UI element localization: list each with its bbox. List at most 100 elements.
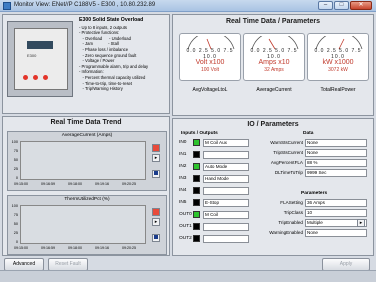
chart-title: AverageCurrent (Amps) <box>61 133 113 138</box>
chart-title: ThermUtilizedPct (%) <box>64 197 110 202</box>
trend-chart-thermal: ThermUtilizedPct (%) 100 75 50 25 0 09:1… <box>7 195 167 255</box>
y-tick: 50 <box>13 222 18 226</box>
io-label: IN3 <box>179 176 187 181</box>
overview-text: E300 Solid State Overload - Up to 8 inpu… <box>79 17 148 92</box>
io-label: IN1 <box>179 152 187 157</box>
overview-line: - Percent thermal capacity utilized <box>79 74 146 80</box>
stop-icon[interactable] <box>152 170 160 178</box>
data-value-field[interactable]: None <box>305 139 367 147</box>
series-color-button[interactable] <box>152 144 160 152</box>
io-value-field <box>203 151 249 159</box>
x-tick: 09:16:59 <box>41 246 55 250</box>
params-header: Parameters <box>301 191 328 196</box>
x-tick: 09:19:16 <box>95 246 109 250</box>
param-label: FLASetting <box>280 200 303 205</box>
data-label: DLTimeToTrip <box>274 170 303 175</box>
play-icon[interactable]: ▸ <box>152 154 160 162</box>
io-value-field: Auto Mode <box>203 163 249 171</box>
chart-plot-area <box>20 205 146 244</box>
status-bar <box>0 270 376 282</box>
status-led-icon <box>193 163 200 170</box>
param-value-field[interactable]: 10 <box>305 209 367 217</box>
io-value-field: M Coil <box>203 211 249 219</box>
io-label: OUT0 <box>179 212 192 217</box>
y-tick: 25 <box>13 231 18 235</box>
y-tick: 0 <box>15 176 18 180</box>
minimize-button[interactable]: – <box>318 1 333 10</box>
y-tick: 75 <box>13 149 18 153</box>
io-row: IN1 <box>179 151 249 160</box>
io-label: OUT2 <box>179 236 192 241</box>
data-header: Data <box>303 131 314 136</box>
y-tick: 100 <box>11 140 18 144</box>
io-row: IN2 Auto Mode <box>179 163 249 172</box>
x-tick: 09:20:25 <box>122 182 136 186</box>
chart-plot-area <box>20 141 146 180</box>
param-label: TripClass <box>283 210 303 215</box>
param-label: TripEnabled <box>278 220 303 225</box>
overview-panel: E300 E300 Solid State Overload - Up to 8… <box>2 14 170 114</box>
param-label: WarningEnabled <box>269 230 303 235</box>
x-tick: 09:15:00 <box>14 182 28 186</box>
gauge-value: 32 Amps <box>264 67 284 73</box>
data-label: TripStsCurrent <box>273 150 303 155</box>
gauge-label: TotalRealPower <box>320 87 356 93</box>
gauge-current: 0.0 2.5 5.0 7.5 10.0 Amps x10 32 Amps <box>243 33 305 81</box>
x-tick: 09:18:00 <box>68 182 82 186</box>
io-row: OUT0 M Coil <box>179 211 249 220</box>
io-label: IN2 <box>179 164 187 169</box>
status-led-icon <box>193 223 200 230</box>
io-value-field <box>203 235 249 243</box>
x-tick: 09:16:59 <box>41 182 55 186</box>
gauge-label: AvgVoltageLtoL <box>192 87 228 93</box>
gauge-power: 0.0 2.5 5.0 7.5 10.0 kW x1000 3072 kW <box>307 33 369 81</box>
data-label: AvgPercentFLA <box>270 160 303 165</box>
app-icon <box>3 2 11 10</box>
window-titlebar: Monitor View: ENet//P C188V5 - E300 , 10… <box>0 0 376 12</box>
status-led-icon <box>193 211 200 218</box>
status-led-icon <box>193 235 200 242</box>
x-tick: 09:20:25 <box>122 246 136 250</box>
close-button[interactable]: ✕ <box>350 1 372 10</box>
io-row: IN0 M Coil Aux <box>179 139 249 148</box>
data-value-field[interactable]: 88 % <box>305 159 367 167</box>
x-tick: 09:18:00 <box>68 246 82 250</box>
io-value-field <box>203 187 249 195</box>
window-client: E300 E300 Solid State Overload - Up to 8… <box>0 12 376 271</box>
io-row: IN3 Hand Mode <box>179 175 249 184</box>
maximize-button[interactable]: □ <box>334 1 349 10</box>
gauge-unit: kW x1000 <box>322 59 354 66</box>
y-tick: 50 <box>13 158 18 162</box>
trend-panel: Real Time Data Trend AverageCurrent (Amp… <box>2 116 170 256</box>
play-icon[interactable]: ▸ <box>152 218 160 226</box>
io-row: IN4 <box>179 187 249 196</box>
status-led-icon <box>193 139 200 146</box>
realtime-panel: Real Time Data / Parameters 0.0 2.5 5.0 … <box>172 14 374 116</box>
param-value-field[interactable]: None <box>305 229 367 237</box>
gauge-value: 100 Volt <box>200 67 220 73</box>
status-led-icon <box>193 187 200 194</box>
window-title: Monitor View: ENet//P C188V5 - E300 , 10… <box>14 2 156 8</box>
param-value-field[interactable]: 36 Amps <box>305 199 367 207</box>
io-value-field: Hand Mode <box>203 175 249 183</box>
stop-icon[interactable] <box>152 234 160 242</box>
y-tick: 75 <box>13 213 18 217</box>
data-value-field[interactable]: 9999 Sec <box>305 169 367 177</box>
y-tick: 0 <box>15 240 18 244</box>
trend-title: Real Time Data Trend <box>50 119 122 126</box>
status-led-icon <box>193 151 200 158</box>
io-row: OUT1 <box>179 223 249 232</box>
data-value-field[interactable]: None <box>305 149 367 157</box>
io-value-field: M Coil Aux <box>203 139 249 147</box>
y-tick: 100 <box>11 204 18 208</box>
io-value-field: E-Stop <box>203 199 249 207</box>
overview-heading: E300 Solid State Overload <box>79 17 144 23</box>
trend-chart-current: AverageCurrent (Amps) 100 75 50 25 0 09:… <box>7 131 167 191</box>
io-value-field <box>203 223 249 231</box>
dropdown-icon[interactable]: ▸ <box>357 219 365 227</box>
series-color-button[interactable] <box>152 208 160 216</box>
gauge-unit: Amps x10 <box>258 59 290 66</box>
status-led-icon <box>193 199 200 206</box>
gauge-value: 3072 kW <box>328 67 348 73</box>
io-label: IN0 <box>179 140 187 145</box>
